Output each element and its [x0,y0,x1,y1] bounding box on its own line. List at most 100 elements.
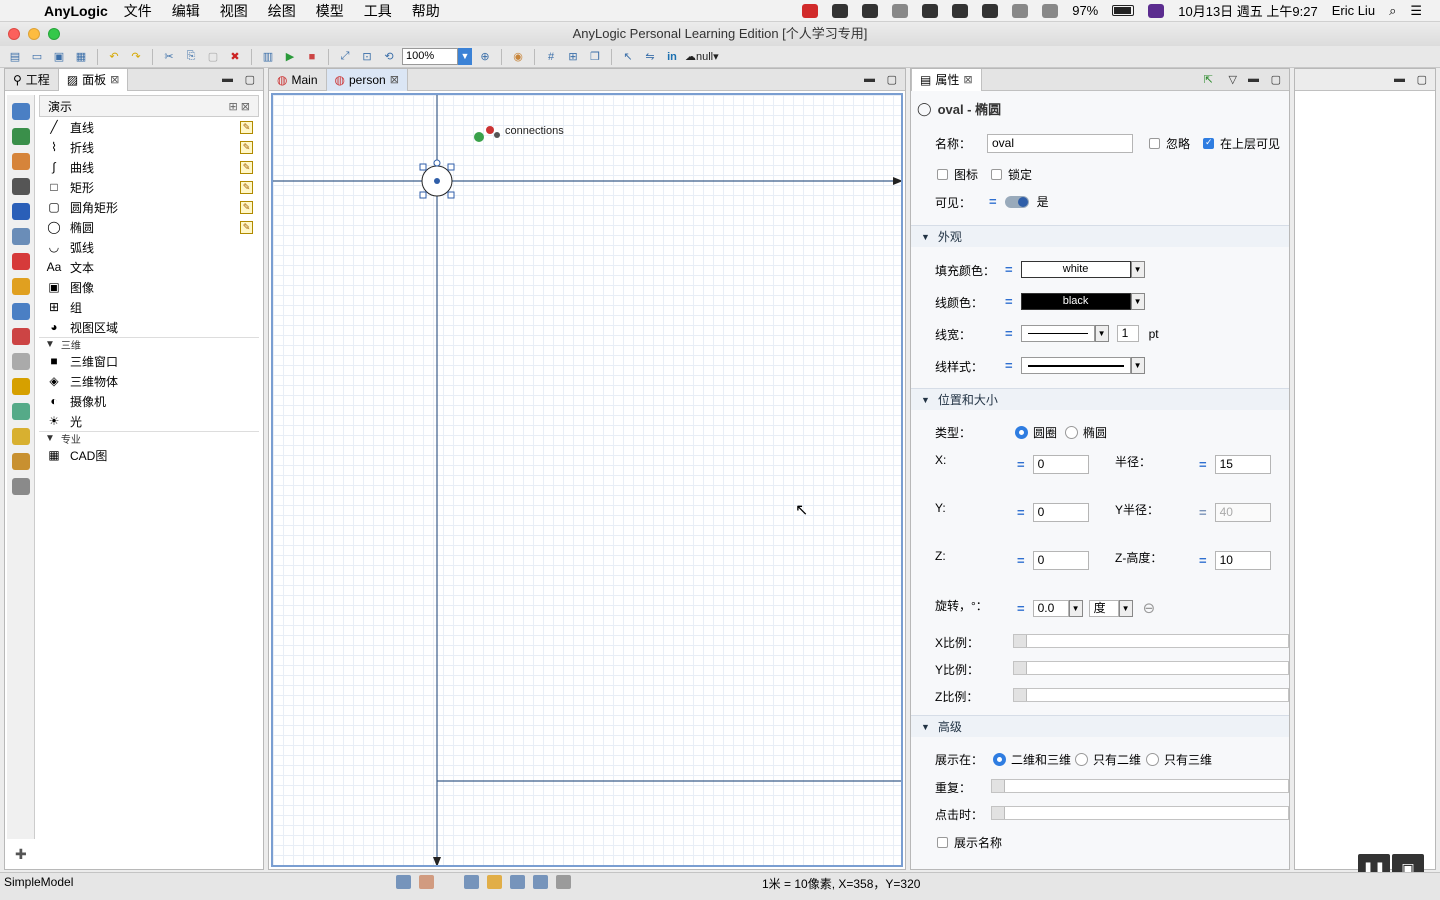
build-icon[interactable]: ▥ [259,49,277,65]
paste-icon[interactable]: ▢ [204,49,222,65]
save-all-icon[interactable]: ▦ [72,49,90,65]
close-tab-icon[interactable]: ⊠ [963,73,972,86]
chevron-down-icon[interactable]: ▼ [1130,261,1145,278]
section-pro[interactable]: ▼ 专业 [39,431,259,446]
palette-item-rectangle[interactable]: □ 矩形 ✎ [39,177,259,197]
lock-checkbox[interactable]: 锁定 [991,166,1032,183]
tab-properties[interactable]: ▤ 属性 ⊠ [911,68,982,91]
upper-visible-checkbox[interactable]: 在上层可见 [1203,135,1280,152]
app-menu[interactable]: AnyLogic [44,3,108,19]
palette-item-image[interactable]: ▣ 图像 [39,277,259,297]
palette-icon[interactable] [487,875,502,889]
screen-icon[interactable] [396,875,411,889]
notification-center-icon[interactable]: ☰ [1410,3,1422,19]
pencil-icon[interactable]: ✎ [240,160,253,174]
palette-item-cad[interactable]: ▦ CAD图 [39,445,259,465]
wifi-icon[interactable] [1012,3,1029,18]
maximize-icon[interactable]: ▢ [1417,73,1427,86]
statechart-category-icon[interactable] [11,303,30,320]
dynamic-value-icon[interactable]: = [1005,326,1013,341]
align-icon[interactable]: ⇋ [641,49,659,65]
market-category-icon[interactable] [11,453,30,470]
dynamic-value-icon[interactable]: = [1017,553,1025,568]
close-tab-icon[interactable]: ⊠ [110,73,119,86]
agent-category-icon[interactable] [11,128,30,145]
palette-item-line[interactable]: ╱ 直线 ✎ [39,117,259,137]
save-icon[interactable]: ▣ [50,49,68,65]
rail-category-icon[interactable] [11,153,30,170]
palette-item-3d-object[interactable]: ◈ 三维物体 [39,371,259,391]
z-scale-slider[interactable] [1013,688,1289,702]
menu-file[interactable]: 文件 [124,1,152,21]
chevron-down-icon[interactable]: ▼ [1094,325,1109,342]
tab-person[interactable]: ◍ person ⊠ [325,68,408,91]
zoom-input[interactable]: 100% [402,48,458,65]
zoom-in-icon[interactable]: ⊕ [476,49,494,65]
type-oval-radio[interactable]: 椭圆 [1065,424,1107,441]
menu-tools[interactable]: 工具 [364,1,392,21]
line-style-select[interactable] [1020,357,1131,374]
dynamic-value-icon[interactable]: = [1005,358,1013,373]
chevron-down-icon[interactable]: ▼ [1130,357,1145,374]
menu-draw[interactable]: 绘图 [268,1,296,21]
pin-icon[interactable]: ⇱ [1204,73,1213,86]
minimize-icon[interactable]: ▬ [222,73,233,85]
dynamic-value-icon[interactable]: = [1017,457,1025,472]
redo-icon[interactable]: ↷ [127,49,145,65]
fill-color-select[interactable]: white [1020,261,1131,278]
palette-item-view-area[interactable]: ◕ 视图区域 [39,317,259,337]
show-2d3d-radio[interactable]: 二维和三维 [993,751,1071,768]
connections-label[interactable]: connections [505,125,564,137]
user-name[interactable]: Eric Liu [1332,3,1375,18]
name-field[interactable]: oval [987,134,1133,153]
pencil-icon[interactable]: ✎ [240,180,253,194]
y-scale-slider[interactable] [1013,661,1289,675]
palette-item-rounded-rectangle[interactable]: ▢ 圆角矩形 ✎ [39,197,259,217]
menu-view[interactable]: 视图 [220,1,248,21]
dynamic-value-icon[interactable]: = [1017,505,1025,520]
tab-palette[interactable]: ▨ 面板 ⊠ [57,68,129,91]
minimize-icon[interactable]: ▬ [1248,73,1259,85]
tray-s-icon[interactable] [802,3,819,18]
dynamic-value-icon[interactable]: = [1005,294,1013,309]
icon-checkbox[interactable]: 图标 [937,166,978,183]
z-height-field[interactable]: 10 [1214,551,1271,570]
x-field[interactable]: 0 [1032,455,1089,474]
dynamic-value-icon[interactable]: = [989,194,997,209]
copy-icon[interactable]: ⎘ [182,49,200,65]
type-circle-radio[interactable]: 圆圈 [1015,424,1057,441]
palette-item-text[interactable]: Aa 文本 [39,257,259,277]
palette-tool-icon[interactable]: ◉ [509,49,527,65]
creative-cloud-icon[interactable] [922,3,939,18]
battery-icon[interactable] [1112,5,1135,16]
palette-item-camera[interactable]: ◐ 摄像机 [39,391,259,411]
rotation-dial-icon[interactable]: ⊖ [1143,599,1156,617]
run-icon[interactable]: ▶ [281,49,299,65]
connectivity-category-icon[interactable] [11,378,30,395]
palette-item-3d-window[interactable]: ■ 三维窗口 [39,351,259,371]
radius-field[interactable]: 15 [1214,455,1271,474]
palette-item-arc[interactable]: ◡ 弧线 [39,237,259,257]
pencil-icon[interactable]: ✎ [240,140,253,154]
close-tab-icon[interactable]: ⊠ [390,73,399,86]
evernote-icon[interactable] [982,3,999,18]
menu-model[interactable]: 模型 [316,1,344,21]
position-section-header[interactable]: ▼ 位置和大小 [911,388,1289,410]
process-category-icon[interactable] [11,228,30,245]
statechart-icon[interactable] [464,875,479,889]
minimize-window-button[interactable] [28,28,40,40]
line-color-select[interactable]: black [1020,293,1131,310]
line-app-icon[interactable] [892,3,909,18]
volume-icon[interactable] [1042,3,1059,18]
palette-view-controls[interactable]: ⊞ ⊠ [229,100,251,113]
appearance-section-header[interactable]: ▼ 外观 [911,225,1289,247]
cloud-upload-icon[interactable] [862,3,879,18]
dynamic-value-icon[interactable]: = [1199,553,1207,568]
3d-objects-category-icon[interactable] [11,428,30,445]
y-field[interactable]: 0 [1032,503,1089,522]
menu-help[interactable]: 帮助 [412,1,440,21]
spotlight-icon[interactable]: ⌕ [1389,3,1396,19]
palette-item-curve[interactable]: ∫ 曲线 ✎ [39,157,259,177]
x-scale-slider[interactable] [1013,634,1289,648]
pointer-icon[interactable]: ↖ [619,49,637,65]
